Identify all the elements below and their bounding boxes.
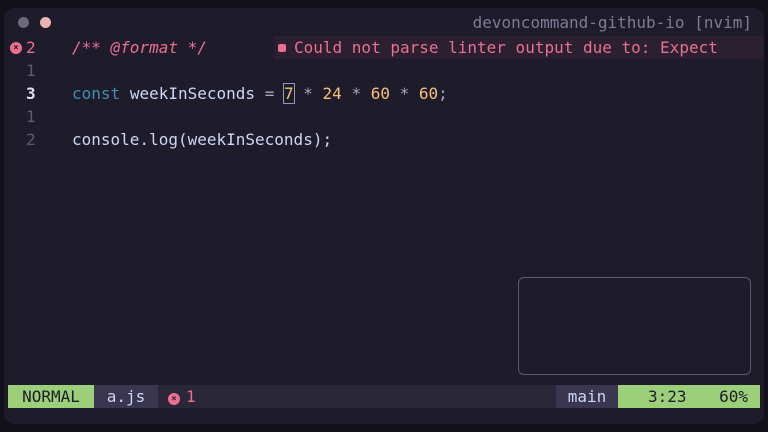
line-number: 1 xyxy=(26,107,36,126)
code-text: const weekInSeconds = 7 * 24 * 60 * 60; xyxy=(72,82,448,105)
code-operator: = xyxy=(264,84,275,103)
code-number: 60 xyxy=(370,84,390,103)
editor-line[interactable]: 1 xyxy=(4,105,764,128)
error-icon: × xyxy=(10,42,22,54)
code-operator: * xyxy=(399,84,410,103)
error-count: 1 xyxy=(186,387,196,406)
line-number: 1 xyxy=(26,61,36,80)
diagnostic-message: Could not parse linter output due to: Ex… xyxy=(274,36,764,59)
git-branch: main xyxy=(556,385,618,408)
line-number: 3 xyxy=(26,84,36,103)
diagnostics-count[interactable]: × 1 xyxy=(168,385,196,408)
window-close-button[interactable] xyxy=(40,17,51,28)
terminal-window: devoncommand-github-io [nvim] × 2 /** @f… xyxy=(4,8,764,424)
status-line: NORMAL a.js × 1 main 3:23 60% xyxy=(8,385,760,408)
cursor-position: 3:23 60% xyxy=(618,385,760,408)
code-identifier: weekInSeconds xyxy=(129,84,256,103)
code-number: 60 xyxy=(418,84,439,103)
code-operator: * xyxy=(351,84,362,103)
window-title: devoncommand-github-io [nvim] xyxy=(472,13,752,32)
mode-indicator: NORMAL xyxy=(8,385,94,408)
code-text: console.log(weekInSeconds); xyxy=(72,130,333,149)
line-number: 2 xyxy=(26,130,36,149)
row-column: 3:23 xyxy=(648,387,687,406)
title-bar: devoncommand-github-io [nvim] xyxy=(4,8,764,36)
code-comment: /** @format */ xyxy=(72,38,207,57)
scroll-percent: 60% xyxy=(719,387,748,406)
diagnostic-text: Could not parse linter output due to: Ex… xyxy=(294,38,718,57)
text-cursor: 7 xyxy=(283,83,295,104)
code-punctuation: ; xyxy=(438,84,448,103)
code-keyword: const xyxy=(72,84,121,103)
window-control-button[interactable] xyxy=(18,17,29,28)
editor-line-current[interactable]: 3 const weekInSeconds = 7 * 24 * 60 * 60… xyxy=(4,82,764,105)
diagnostic-square-icon xyxy=(278,44,286,52)
code-operator: * xyxy=(303,84,313,103)
floating-window xyxy=(518,277,751,375)
line-number: 2 xyxy=(26,38,36,57)
file-name[interactable]: a.js xyxy=(94,385,158,408)
code-number: 24 xyxy=(322,84,342,103)
error-icon: × xyxy=(168,393,180,405)
editor-line[interactable]: × 2 /** @format */ Could not parse linte… xyxy=(4,36,764,59)
editor-line[interactable]: 2 console.log(weekInSeconds); xyxy=(4,128,764,151)
editor-line[interactable]: 1 xyxy=(4,59,764,82)
